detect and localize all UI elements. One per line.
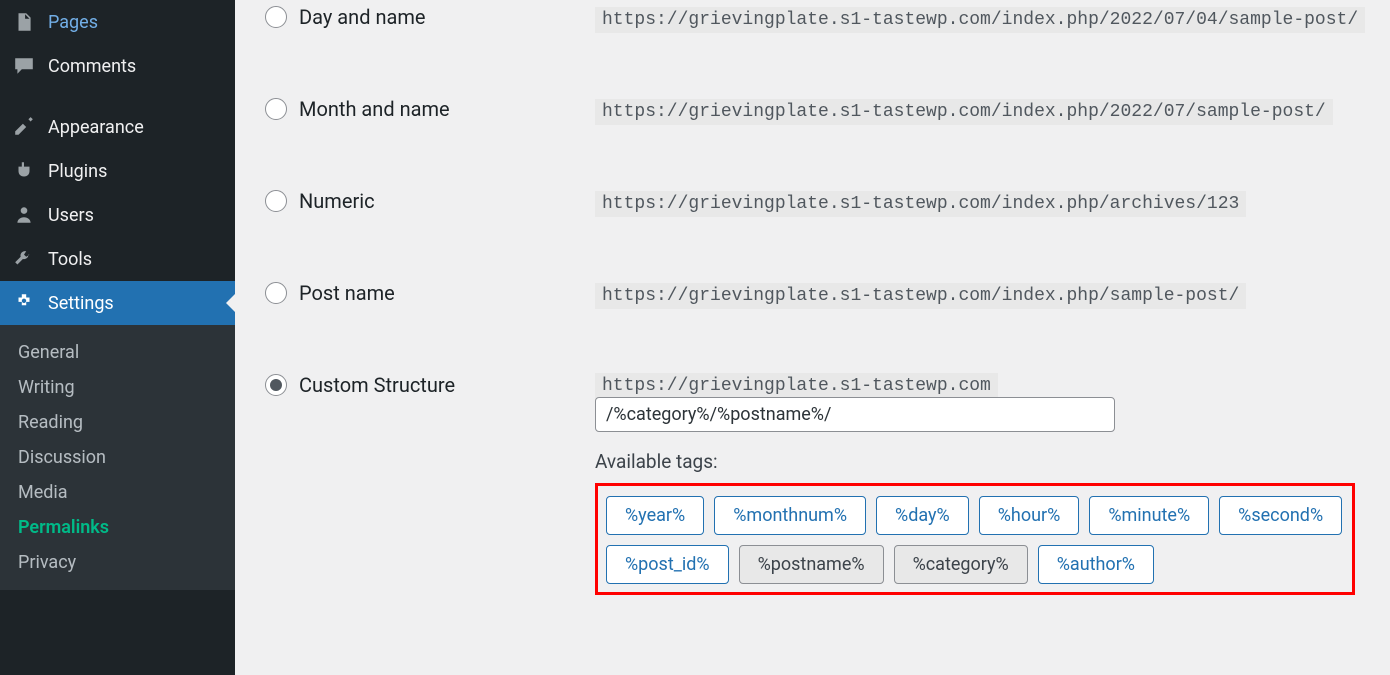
radio-numeric[interactable]: [265, 190, 287, 212]
settings-icon: [12, 291, 36, 315]
option-label-post-name[interactable]: Post name: [265, 281, 595, 305]
option-month-name: Month and name https://grievingplate.s1-…: [265, 65, 1390, 157]
option-numeric: Numeric https://grievingplate.s1-tastewp…: [265, 157, 1390, 249]
option-label-numeric[interactable]: Numeric: [265, 189, 595, 213]
menu-label: Plugins: [48, 161, 107, 182]
tag-day[interactable]: %day%: [876, 496, 969, 535]
tag-minute[interactable]: %minute%: [1089, 496, 1209, 535]
option-label-day-name[interactable]: Day and name: [265, 5, 595, 29]
plugins-icon: [12, 159, 36, 183]
tag-post-id[interactable]: %post_id%: [606, 545, 729, 584]
menu-label: Pages: [48, 12, 98, 33]
users-icon: [12, 203, 36, 227]
submenu-reading[interactable]: Reading: [0, 405, 235, 440]
submenu-writing[interactable]: Writing: [0, 370, 235, 405]
option-post-name: Post name https://grievingplate.s1-taste…: [265, 249, 1390, 341]
admin-sidebar: Pages Comments Appearance Plugins Users …: [0, 0, 235, 675]
radio-day-name[interactable]: [265, 6, 287, 28]
tag-postname[interactable]: %postname%: [739, 545, 884, 584]
menu-label: Tools: [48, 249, 92, 270]
submenu-general[interactable]: General: [0, 335, 235, 370]
url-sample-month-name: https://grievingplate.s1-tastewp.com/ind…: [595, 99, 1333, 125]
radio-month-name[interactable]: [265, 98, 287, 120]
menu-plugins[interactable]: Plugins: [0, 149, 235, 193]
available-tags-label: Available tags:: [595, 450, 1390, 473]
radio-label: Numeric: [299, 189, 375, 213]
tag-second[interactable]: %second%: [1219, 496, 1342, 535]
menu-comments[interactable]: Comments: [0, 44, 235, 88]
menu-users[interactable]: Users: [0, 193, 235, 237]
option-label-custom[interactable]: Custom Structure: [265, 373, 595, 397]
submenu-discussion[interactable]: Discussion: [0, 440, 235, 475]
main-content: Day and name https://grievingplate.s1-ta…: [235, 0, 1390, 675]
available-tags-box: %year% %monthnum% %day% %hour% %minute% …: [595, 483, 1355, 595]
menu-label: Users: [48, 205, 94, 226]
tools-icon: [12, 247, 36, 271]
submenu-permalinks[interactable]: Permalinks: [0, 510, 235, 545]
menu-label: Appearance: [48, 117, 144, 138]
url-sample-day-name: https://grievingplate.s1-tastewp.com/ind…: [595, 7, 1365, 33]
tag-hour[interactable]: %hour%: [979, 496, 1080, 535]
custom-url-prefix: https://grievingplate.s1-tastewp.com: [595, 373, 998, 399]
menu-label: Settings: [48, 293, 114, 314]
menu-appearance[interactable]: Appearance: [0, 105, 235, 149]
settings-submenu: General Writing Reading Discussion Media…: [0, 325, 235, 590]
radio-post-name[interactable]: [265, 282, 287, 304]
custom-structure-input[interactable]: [595, 397, 1115, 432]
menu-label: Comments: [48, 56, 136, 77]
radio-label: Day and name: [299, 5, 426, 29]
radio-custom[interactable]: [265, 374, 287, 396]
submenu-privacy[interactable]: Privacy: [0, 545, 235, 580]
radio-label: Month and name: [299, 97, 450, 121]
url-sample-post-name: https://grievingplate.s1-tastewp.com/ind…: [595, 283, 1246, 309]
submenu-media[interactable]: Media: [0, 475, 235, 510]
option-day-name: Day and name https://grievingplate.s1-ta…: [265, 0, 1390, 65]
menu-tools[interactable]: Tools: [0, 237, 235, 281]
url-sample-numeric: https://grievingplate.s1-tastewp.com/ind…: [595, 191, 1246, 217]
menu-settings[interactable]: Settings: [0, 281, 235, 325]
menu-pages[interactable]: Pages: [0, 0, 235, 44]
tag-year[interactable]: %year%: [606, 496, 704, 535]
tag-monthnum[interactable]: %monthnum%: [714, 496, 866, 535]
comments-icon: [12, 54, 36, 78]
pages-icon: [12, 10, 36, 34]
option-custom: Custom Structure https://grievingplate.s…: [265, 341, 1390, 627]
appearance-icon: [12, 115, 36, 139]
radio-label: Custom Structure: [299, 373, 455, 397]
tag-category[interactable]: %category%: [894, 545, 1028, 584]
option-label-month-name[interactable]: Month and name: [265, 97, 595, 121]
tag-author[interactable]: %author%: [1038, 545, 1154, 584]
radio-label: Post name: [299, 281, 395, 305]
